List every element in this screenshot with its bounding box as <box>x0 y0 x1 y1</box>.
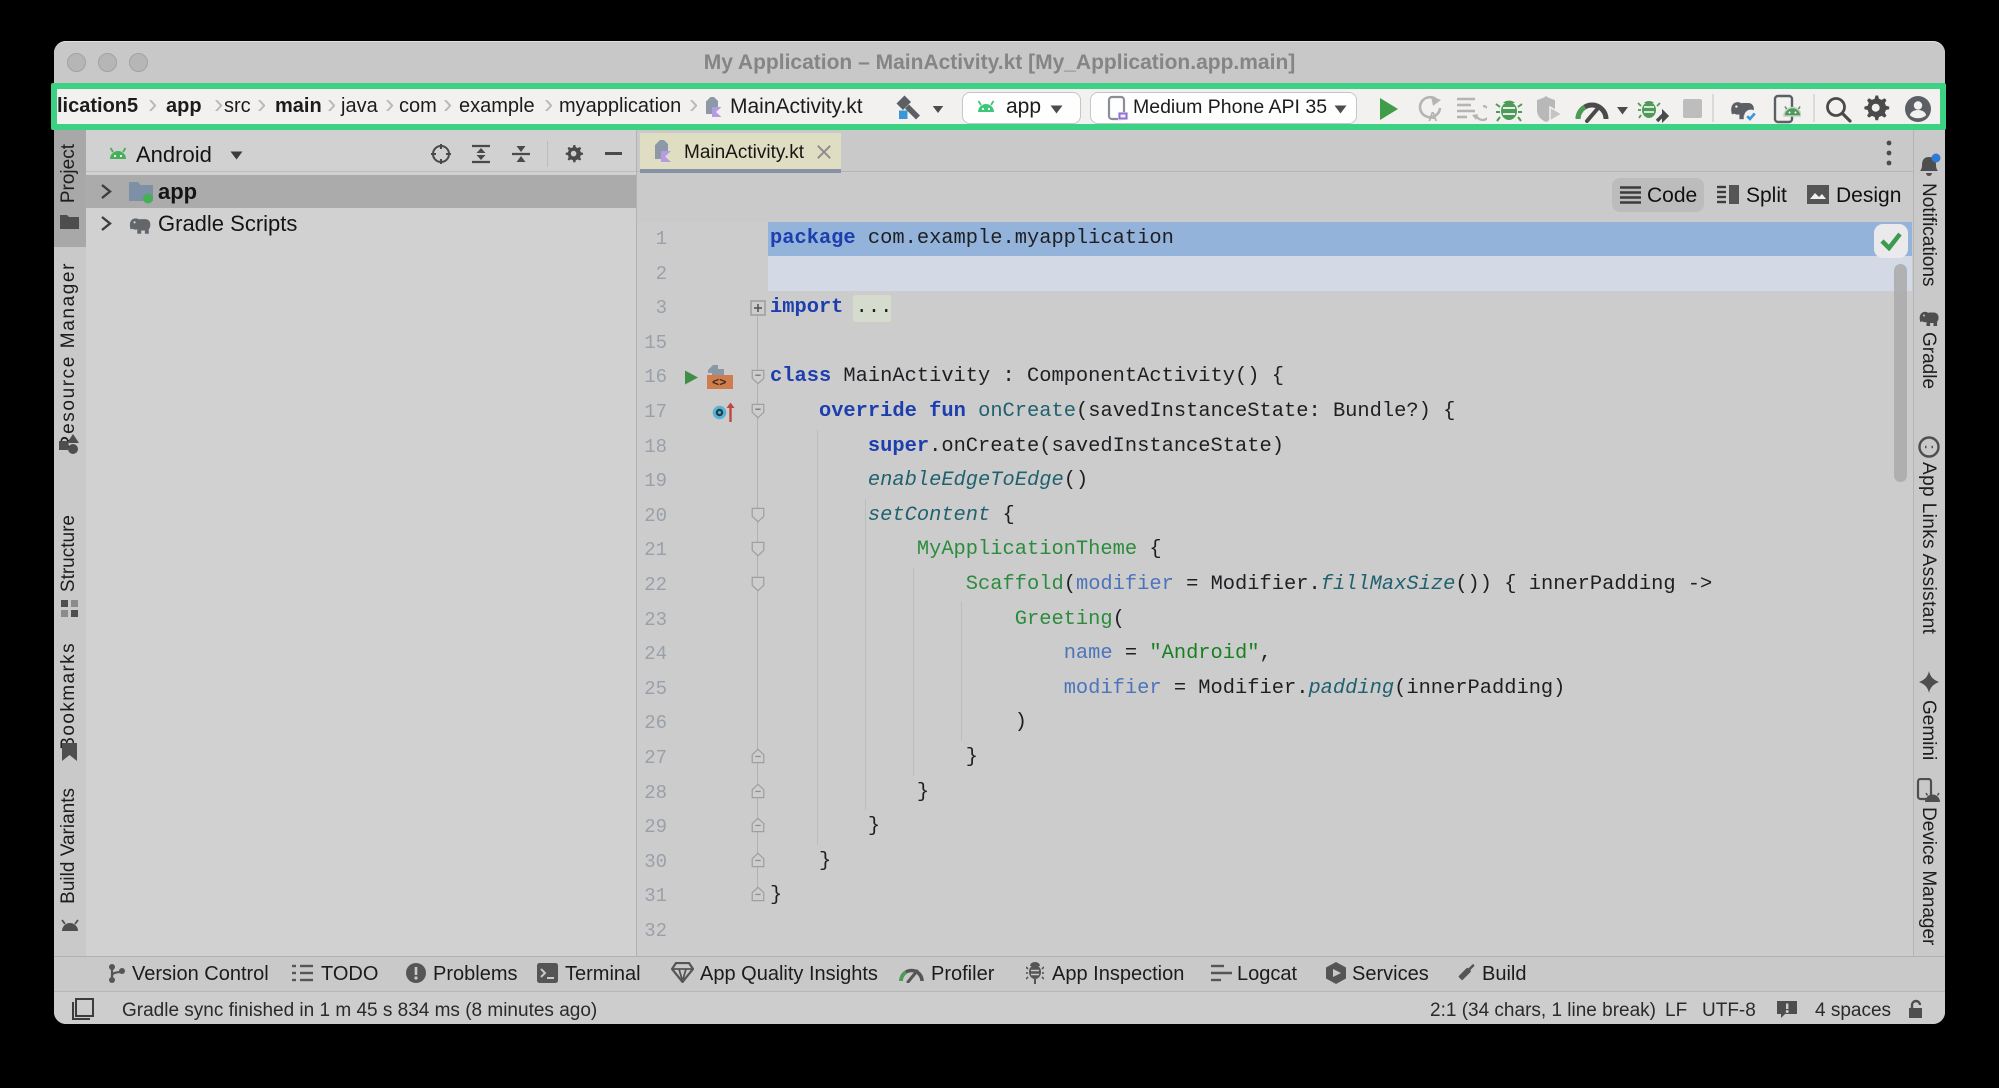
svg-text:<>: <> <box>712 376 726 390</box>
svg-text:A: A <box>1428 109 1438 123</box>
